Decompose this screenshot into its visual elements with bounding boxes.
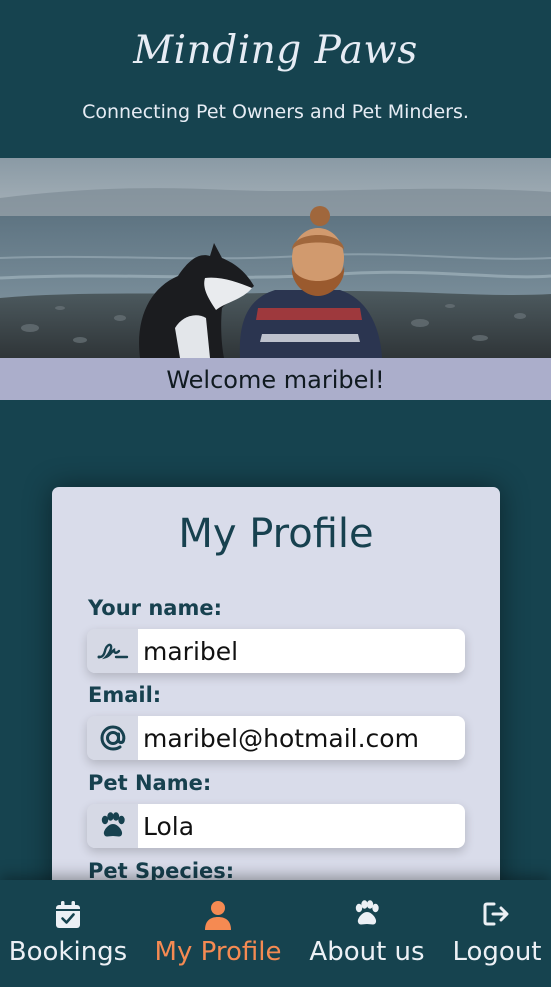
logout-icon [482,900,512,932]
name-input[interactable] [138,629,465,673]
profile-title: My Profile [178,511,374,557]
nav-logout-label: Logout [452,937,542,967]
pet-name-field [87,804,465,848]
name-label: Your name: [88,596,222,620]
at-icon [87,716,138,760]
nav-my-profile-label: My Profile [154,937,282,967]
pet-name-input[interactable] [138,804,465,848]
email-input[interactable] [138,716,465,760]
app-header: Minding Paws Connecting Pet Owners and P… [0,0,551,158]
welcome-message: Welcome maribel! [0,358,551,400]
nav-bookings-label: Bookings [8,937,128,967]
name-field [87,629,465,673]
app-tagline: Connecting Pet Owners and Pet Minders. [82,101,469,123]
nav-about-us[interactable]: About us [306,880,428,987]
email-field [87,716,465,760]
paw-icon [87,804,138,848]
bottom-nav: Bookings My Profile About us Logout [0,880,551,987]
app-title: Minding Paws [133,28,418,73]
nav-about-us-label: About us [309,937,425,967]
paw-icon [352,900,382,932]
pet-name-label: Pet Name: [88,771,212,795]
email-label: Email: [88,683,162,707]
signature-icon [87,629,138,673]
hero-image [0,158,551,358]
nav-bookings[interactable]: Bookings [6,880,130,987]
nav-logout[interactable]: Logout [448,880,546,987]
user-icon [204,900,232,934]
nav-my-profile[interactable]: My Profile [152,880,284,987]
calendar-check-icon [54,900,82,934]
profile-card: My Profile Your name: Email: Pet Name: [52,487,500,907]
